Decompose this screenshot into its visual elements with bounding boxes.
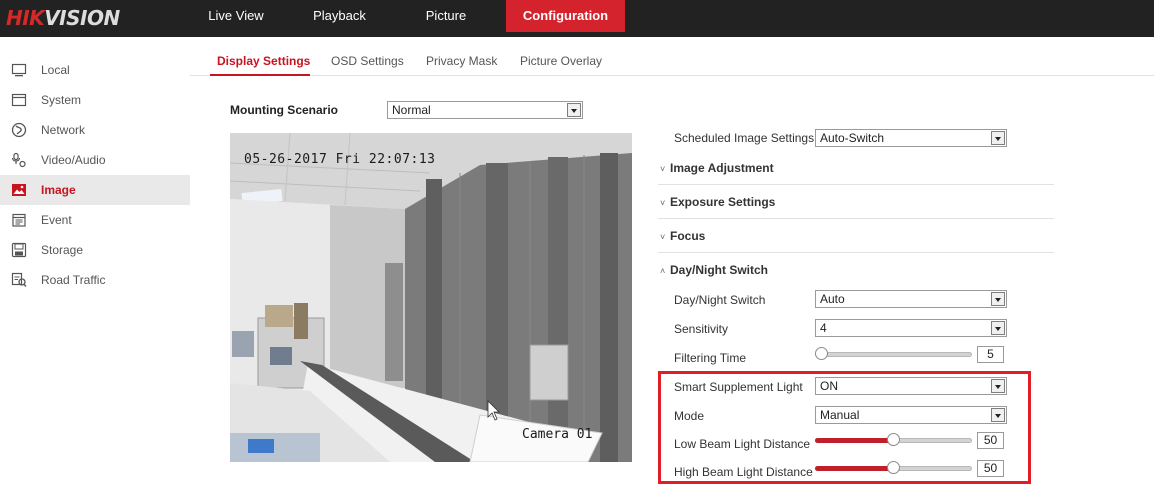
- image-icon: [12, 184, 26, 196]
- filtering-time-label: Filtering Time: [674, 351, 747, 365]
- traffic-icon: [11, 272, 27, 287]
- nav-configuration[interactable]: Configuration: [506, 0, 625, 32]
- slider-track: [815, 352, 972, 357]
- logo-vision: VISION: [44, 6, 120, 30]
- nav-picture[interactable]: Picture: [410, 0, 482, 32]
- section-image-adjustment[interactable]: ˅ Image Adjustment: [658, 151, 1054, 185]
- dropdown-arrow-icon[interactable]: [991, 292, 1005, 306]
- top-bar: HIKVISION Live View Playback Picture Con…: [0, 0, 1154, 37]
- main-nav: Live View Playback Picture Configuration: [195, 0, 625, 37]
- dropdown-arrow-icon[interactable]: [567, 103, 581, 117]
- slider-handle[interactable]: [815, 347, 828, 360]
- active-tab-underline: [210, 74, 310, 76]
- highlight-box: [658, 371, 1031, 484]
- globe-icon: [11, 122, 27, 138]
- sidebar-item-image[interactable]: Image: [0, 175, 190, 205]
- tab-osd-settings[interactable]: OSD Settings: [331, 54, 404, 68]
- dropdown-arrow-icon[interactable]: [991, 131, 1005, 145]
- chevron-down-icon: ˅: [660, 164, 666, 174]
- section-title: Exposure Settings: [670, 195, 776, 209]
- camera-scene: [230, 133, 632, 462]
- sidebar-item-system[interactable]: System: [0, 85, 190, 115]
- disk-icon: [11, 242, 27, 258]
- sensitivity-label: Sensitivity: [674, 322, 729, 336]
- sidebar-item-network[interactable]: Network: [0, 115, 190, 145]
- sidebar: Local System Network Video/Audio Image E…: [0, 55, 190, 295]
- dropdown-arrow-icon[interactable]: [991, 321, 1005, 335]
- mounting-scenario-select[interactable]: Normal: [387, 101, 583, 119]
- nav-live-view[interactable]: Live View: [195, 0, 277, 32]
- scheduled-image-settings-value: Auto-Switch: [820, 131, 885, 145]
- chevron-up-icon: ˄: [660, 266, 666, 276]
- calendar-icon: [12, 213, 26, 227]
- sidebar-item-storage[interactable]: Storage: [0, 235, 190, 265]
- sensitivity-value: 4: [820, 321, 827, 335]
- logo-hik: HIK: [6, 6, 45, 30]
- mounting-scenario-value: Normal: [392, 103, 431, 117]
- sensitivity-select[interactable]: 4: [815, 319, 1007, 337]
- sub-tabs: Display Settings OSD Settings Privacy Ma…: [190, 37, 1154, 76]
- sidebar-item-label: System: [41, 93, 82, 107]
- tab-display-settings[interactable]: Display Settings: [217, 54, 310, 68]
- day-night-switch-value: Auto: [820, 292, 845, 306]
- section-title: Day/Night Switch: [670, 263, 769, 277]
- section-title: Focus: [670, 229, 706, 243]
- sidebar-item-label: Network: [41, 123, 86, 137]
- tab-privacy-mask[interactable]: Privacy Mask: [426, 54, 497, 68]
- section-day-night-switch[interactable]: ˄ Day/Night Switch: [658, 253, 1054, 287]
- mic-icon: [11, 152, 26, 168]
- sidebar-item-label: Local: [41, 63, 70, 77]
- day-night-switch-label: Day/Night Switch: [674, 293, 766, 307]
- sidebar-item-label: Storage: [41, 243, 84, 257]
- chevron-down-icon: ˅: [660, 198, 666, 208]
- sidebar-item-event[interactable]: Event: [0, 205, 190, 235]
- sidebar-item-label: Road Traffic: [41, 273, 106, 287]
- sidebar-item-label: Video/Audio: [41, 153, 106, 167]
- sidebar-item-road-traffic[interactable]: Road Traffic: [0, 265, 190, 295]
- sidebar-item-video-audio[interactable]: Video/Audio: [0, 145, 190, 175]
- sidebar-item-local[interactable]: Local: [0, 55, 190, 85]
- section-title: Image Adjustment: [670, 161, 774, 175]
- scheduled-image-settings-label: Scheduled Image Settings: [674, 131, 815, 145]
- sidebar-item-label: Event: [41, 213, 72, 227]
- scheduled-image-settings-select[interactable]: Auto-Switch: [815, 129, 1007, 147]
- hikvision-logo: HIKVISION: [6, 6, 120, 30]
- osd-timestamp: 05-26-2017 Fri 22:07:13: [244, 152, 436, 167]
- tab-picture-overlay[interactable]: Picture Overlay: [520, 54, 602, 68]
- camera-preview[interactable]: 05-26-2017 Fri 22:07:13 Camera 01: [230, 133, 632, 462]
- sidebar-item-label: Image: [41, 183, 76, 197]
- section-exposure-settings[interactable]: ˅ Exposure Settings: [658, 185, 1054, 219]
- nav-playback[interactable]: Playback: [294, 0, 385, 32]
- day-night-switch-select[interactable]: Auto: [815, 290, 1007, 308]
- filtering-time-value[interactable]: 5: [977, 346, 1004, 363]
- section-focus[interactable]: ˅ Focus: [658, 219, 1054, 253]
- filtering-time-slider[interactable]: [815, 347, 972, 361]
- mounting-scenario-label: Mounting Scenario: [230, 103, 338, 117]
- monitor-icon: [11, 63, 27, 77]
- chevron-down-icon: ˅: [660, 232, 666, 242]
- osd-camera-name: Camera 01: [522, 427, 593, 442]
- window-icon: [11, 93, 27, 107]
